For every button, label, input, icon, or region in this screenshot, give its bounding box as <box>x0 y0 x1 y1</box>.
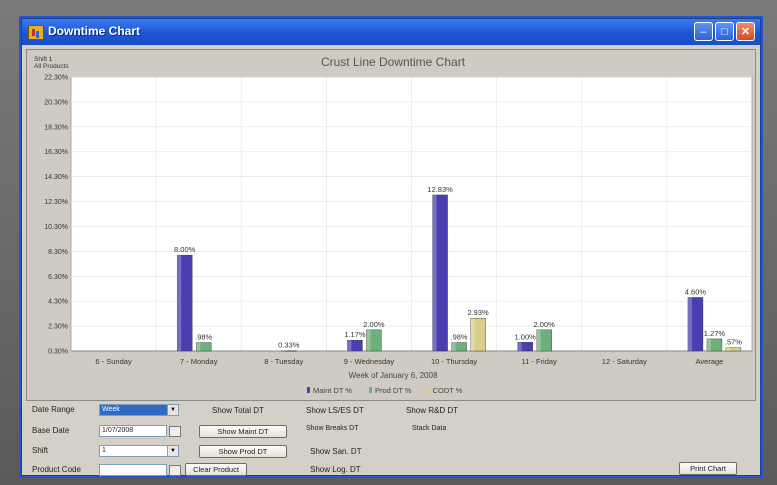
y-tick-label: 2.30% <box>48 324 68 331</box>
data-label: .57% <box>725 338 742 347</box>
base-date-value: 1/07/2008 <box>102 427 134 434</box>
chart-title: Crust Line Downtime Chart <box>321 55 466 69</box>
data-label: 2.93% <box>467 308 489 317</box>
show-prod-dt-button[interactable]: Show Prod DT <box>199 445 287 458</box>
product-code-field[interactable] <box>99 464 167 476</box>
date-range-select[interactable]: Week ▼ <box>99 404 179 416</box>
data-label: 12.83% <box>427 185 453 194</box>
shift-value: 1 <box>102 447 106 454</box>
show-ls-es-dt-option[interactable]: Show LS/ES DT <box>306 406 364 415</box>
bar-highlight <box>366 329 371 351</box>
clear-product-button[interactable]: Clear Product <box>185 463 247 476</box>
chevron-down-icon[interactable]: ▼ <box>167 405 178 415</box>
show-total-dt-option[interactable]: Show Total DT <box>212 406 264 415</box>
base-date-field[interactable]: 1/07/2008 <box>99 425 167 437</box>
legend-swatch <box>307 387 310 393</box>
downtime-chart-window: Downtime Chart – □ ✕ Shift 1 All Product… <box>21 18 761 476</box>
y-tick-label: 12.30% <box>44 199 68 206</box>
data-label: 2.00% <box>363 320 385 329</box>
shift-label: Shift <box>32 446 49 455</box>
bar-highlight <box>725 347 730 351</box>
date-range-value: Week <box>102 406 120 413</box>
data-label: 1.17% <box>344 330 366 339</box>
data-label: 2.00% <box>534 320 556 329</box>
app-chart-icon <box>28 25 44 40</box>
show-maint-dt-button[interactable]: Show Maint DT <box>199 425 287 438</box>
bar-highlight <box>687 297 692 351</box>
bar-highlight <box>196 342 201 351</box>
data-label: 1.27% <box>704 329 726 338</box>
base-date-label: Base Date <box>32 426 70 435</box>
maximize-button[interactable]: □ <box>715 22 734 41</box>
chart-shift-label: Shift 1 <box>34 56 53 63</box>
bar-highlight <box>706 338 711 351</box>
show-log-dt-option[interactable]: Show Log. DT <box>310 465 361 474</box>
x-tick-label: 9 - Wednesday <box>344 357 395 366</box>
x-tick-label: Average <box>696 357 724 366</box>
bar-highlight <box>347 340 352 351</box>
show-rd-dt-option[interactable]: Show R&D DT <box>406 406 458 415</box>
bar-highlight <box>281 350 286 352</box>
legend-swatch <box>369 387 372 393</box>
shift-select[interactable]: 1 ▼ <box>99 445 179 457</box>
bar-highlight <box>470 318 475 351</box>
x-tick-label: 8 - Tuesday <box>264 357 303 366</box>
window-title: Downtime Chart <box>48 24 141 38</box>
stack-data-option[interactable]: Stack Data <box>412 425 446 432</box>
close-button[interactable]: ✕ <box>736 22 755 41</box>
show-breaks-dt-option[interactable]: Show Breaks DT <box>306 425 359 432</box>
show-san-dt-option[interactable]: Show San. DT <box>310 447 362 456</box>
data-label: .98% <box>195 333 212 342</box>
y-tick-label: 20.30% <box>44 99 68 106</box>
bar-highlight <box>432 194 437 351</box>
data-label: 8.00% <box>174 245 196 254</box>
y-tick-label: 14.30% <box>44 174 68 181</box>
chart-panel: Shift 1 All Products Crust Line Downtime… <box>26 49 756 401</box>
legend-item: CODT % <box>433 386 463 395</box>
product-code-label: Product Code <box>32 465 81 474</box>
title-bar[interactable]: Downtime Chart – □ ✕ <box>22 19 760 45</box>
x-tick-label: 12 - Saturday <box>602 357 647 366</box>
data-label: .98% <box>451 333 468 342</box>
y-tick-label: 4.30% <box>48 299 68 306</box>
bar-highlight <box>536 329 541 351</box>
bar-highlight <box>177 255 182 351</box>
y-tick-label: 22.30% <box>44 75 68 82</box>
legend-item: Maint DT % <box>313 386 352 395</box>
x-tick-label: 10 - Thursday <box>431 357 477 366</box>
downtime-bar-chart: Shift 1 All Products Crust Line Downtime… <box>34 55 753 395</box>
y-tick-label: 8.30% <box>48 249 68 256</box>
chart-products-label: All Products <box>34 63 69 70</box>
date-range-label: Date Range <box>32 405 75 414</box>
legend-item: Prod DT % <box>375 386 412 395</box>
lookup-icon[interactable] <box>169 465 181 476</box>
x-tick-label: 7 - Monday <box>180 357 218 366</box>
y-tick-label: 6.30% <box>48 274 68 281</box>
data-label: 4.60% <box>685 287 707 296</box>
y-tick-label: 16.30% <box>44 149 68 156</box>
data-label: 0.33% <box>278 341 300 350</box>
x-axis-label: Week of January 6, 2008 <box>349 371 438 380</box>
minimize-button[interactable]: – <box>694 22 713 41</box>
print-chart-button[interactable]: Print Chart <box>679 462 737 475</box>
x-tick-label: 6 - Sunday <box>95 357 132 366</box>
y-tick-label: 0.30% <box>48 349 68 356</box>
calendar-icon[interactable] <box>169 426 181 437</box>
y-tick-label: 10.30% <box>44 224 68 231</box>
data-label: 1.00% <box>515 332 537 341</box>
legend-swatch <box>426 387 430 393</box>
bar-highlight <box>451 342 456 351</box>
y-tick-label: 18.30% <box>44 124 68 131</box>
chevron-down-icon[interactable]: ▼ <box>167 446 178 456</box>
bar-highlight <box>517 342 522 351</box>
x-tick-label: 11 - Friday <box>522 357 558 366</box>
